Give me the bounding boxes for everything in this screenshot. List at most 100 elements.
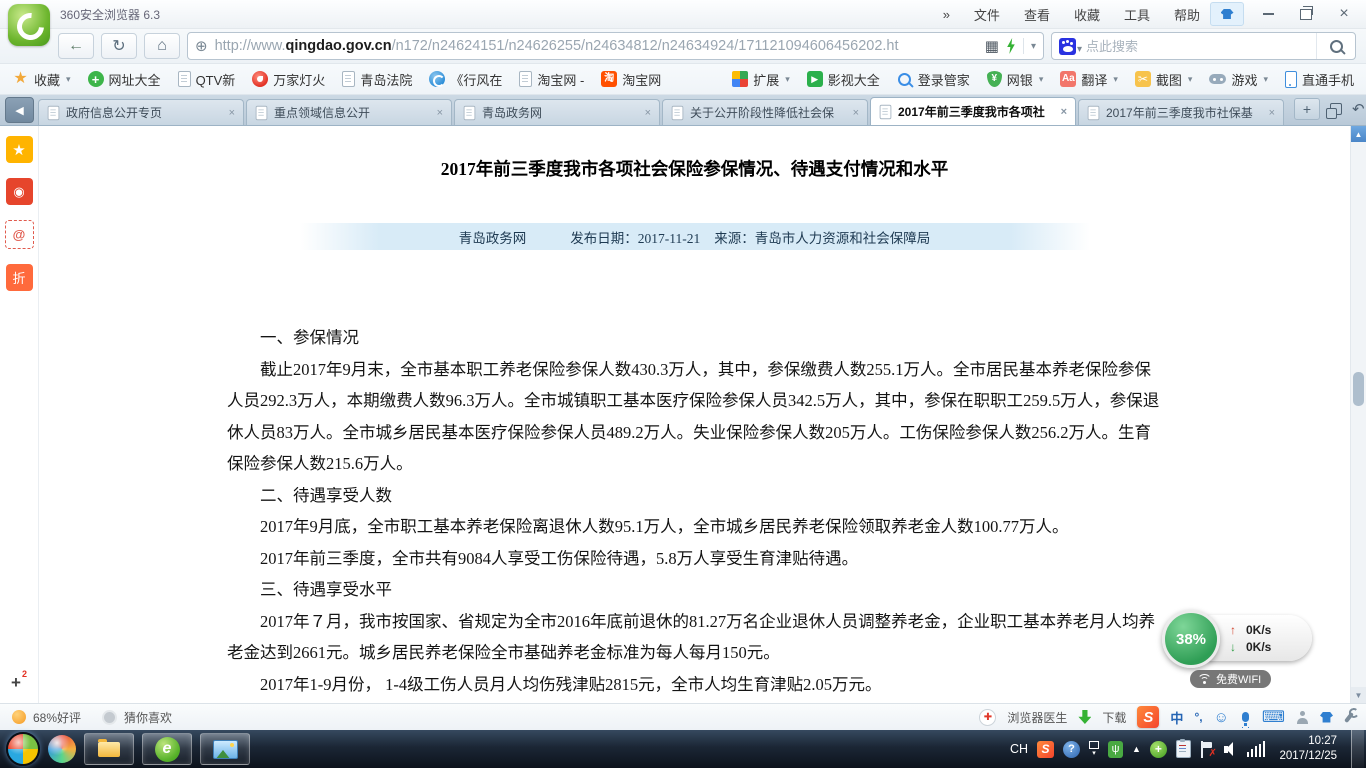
- bookmark-taobao-doc[interactable]: 淘宝网 -: [519, 70, 584, 89]
- minimize-button[interactable]: [1252, 3, 1284, 25]
- page-icon: [178, 71, 191, 87]
- bookmark-favorites[interactable]: ★ 收藏 ▾: [12, 70, 71, 89]
- system-flag-alert-icon[interactable]: ✗: [1200, 741, 1215, 758]
- ime-skin-icon[interactable]: [1320, 712, 1333, 723]
- account-icon[interactable]: [1296, 711, 1309, 724]
- show-desktop-button[interactable]: [1351, 730, 1364, 768]
- network-speed-widget[interactable]: ↑0K/s ↓0K/s 38% 免费WIFI: [1162, 610, 1314, 690]
- extensions-button[interactable]: 扩展 ▾: [732, 70, 790, 89]
- taskbar-image-viewer-button[interactable]: [200, 733, 250, 765]
- sidebar-mention-button[interactable]: @: [5, 220, 34, 249]
- taskbar-sogou-icon[interactable]: [48, 735, 76, 763]
- sidebar-taobao-deals-button[interactable]: 折: [6, 264, 33, 291]
- bookmark-court[interactable]: 青岛法院: [342, 70, 412, 89]
- tray-help-icon[interactable]: ?: [1063, 741, 1080, 758]
- tab-close-icon[interactable]: ×: [853, 107, 859, 119]
- tab-qingdao-gov[interactable]: 青岛政务网 ×: [454, 99, 660, 125]
- bookmark-qtv[interactable]: QTV新: [178, 70, 236, 89]
- menu-favorites[interactable]: 收藏: [1074, 5, 1100, 24]
- sidebar-weibo-button[interactable]: ◉: [6, 178, 33, 205]
- tab-q3-social-fund[interactable]: 2017年前三季度我市社保基 ×: [1078, 99, 1284, 125]
- download-button[interactable]: 下载: [1102, 709, 1126, 726]
- back-button[interactable]: ←: [58, 33, 94, 59]
- refresh-button[interactable]: ↻: [101, 33, 137, 59]
- close-button[interactable]: ×: [1328, 3, 1360, 25]
- emoji-icon[interactable]: ☺: [1214, 709, 1229, 726]
- url-dropdown-icon[interactable]: ▾: [1031, 41, 1036, 52]
- login-manager-button[interactable]: 登录管家: [897, 70, 970, 89]
- bookmark-wanjia[interactable]: 万家灯火: [252, 70, 325, 89]
- scrollbar-thumb[interactable]: [1353, 372, 1364, 406]
- tray-sogou-icon[interactable]: S: [1037, 741, 1054, 758]
- duplicate-tab-button[interactable]: [1330, 103, 1342, 115]
- bookmark-taobao[interactable]: 淘 淘宝网: [601, 70, 661, 89]
- menu-help[interactable]: 帮助: [1174, 5, 1200, 24]
- browser-doctor-button[interactable]: 浏览器医生: [1007, 709, 1067, 726]
- ime-language-toggle[interactable]: 中: [1170, 708, 1183, 727]
- screenshot-button[interactable]: ✂ 截图 ▾: [1135, 70, 1193, 89]
- translate-button[interactable]: Aa 翻译 ▾: [1060, 70, 1118, 89]
- usb-device-icon[interactable]: ψ: [1108, 741, 1123, 758]
- search-button[interactable]: [1316, 33, 1355, 59]
- tray-ime-toolbar-icon[interactable]: ▾: [1089, 741, 1099, 757]
- phone-link-button[interactable]: 直通手机: [1285, 70, 1354, 89]
- netbank-button[interactable]: ¥ 网银 ▾: [987, 70, 1044, 89]
- free-wifi-button[interactable]: 免费WIFI: [1190, 670, 1271, 688]
- suggestions-button[interactable]: 猜你喜欢: [124, 709, 172, 726]
- home-button[interactable]: ⌂: [144, 33, 180, 59]
- bookmark-site-nav[interactable]: + 网址大全: [88, 70, 161, 89]
- menu-overflow-icon[interactable]: »: [943, 7, 950, 22]
- tray-360-icon[interactable]: +: [1150, 741, 1167, 758]
- tab-key-areas[interactable]: 重点领域信息公开 ×: [246, 99, 452, 125]
- search-engine-dropdown-icon[interactable]: ▾: [1077, 44, 1082, 55]
- qr-code-icon[interactable]: ▦: [985, 37, 999, 55]
- tab-q3-insurance-active[interactable]: 2017年前三季度我市各项社 ×: [870, 97, 1076, 125]
- browser-doctor-icon[interactable]: ✚: [979, 709, 996, 726]
- tab-close-icon[interactable]: ×: [229, 107, 235, 119]
- download-icon[interactable]: [1078, 710, 1091, 724]
- baidu-paw-icon[interactable]: [1059, 38, 1076, 55]
- reopen-closed-tab-button[interactable]: ↶: [1352, 100, 1365, 118]
- tab-close-icon[interactable]: ×: [1269, 107, 1275, 119]
- ime-punctuation-toggle[interactable]: °,: [1194, 710, 1202, 724]
- bookmark-xingfeng[interactable]: 《行风在: [429, 70, 502, 89]
- tab-gov-info[interactable]: 政府信息公开专页 ×: [38, 99, 244, 125]
- search-input[interactable]: [1084, 38, 1316, 55]
- taskbar-clock[interactable]: 10:27 2017/12/25: [1279, 734, 1337, 764]
- scroll-up-button[interactable]: ▲: [1351, 126, 1366, 142]
- url-text[interactable]: http://www.qingdao.gov.cn/n172/n24624151…: [215, 38, 978, 54]
- tab-social-insurance-notice[interactable]: 关于公开阶段性降低社会保 ×: [662, 99, 868, 125]
- video-hub-button[interactable]: ▶ 影视大全: [807, 70, 880, 89]
- games-button[interactable]: 游戏 ▾: [1209, 70, 1268, 89]
- scrollbar[interactable]: ▲ ▼: [1350, 126, 1366, 703]
- scroll-down-button[interactable]: ▼: [1351, 687, 1366, 703]
- skin-button[interactable]: [1210, 2, 1244, 26]
- site-rating[interactable]: 68%好评: [33, 709, 81, 726]
- restore-button[interactable]: [1290, 3, 1322, 25]
- volume-icon[interactable]: [1224, 742, 1238, 756]
- menu-file[interactable]: 文件: [974, 5, 1000, 24]
- start-button[interactable]: [6, 732, 40, 766]
- address-bar[interactable]: ⊕ http://www.qingdao.gov.cn/n172/n246241…: [187, 32, 1044, 60]
- tray-language-indicator[interactable]: CH: [1010, 742, 1028, 756]
- action-center-icon[interactable]: [1176, 740, 1191, 758]
- menu-tools[interactable]: 工具: [1124, 5, 1150, 24]
- sidebar-add-button[interactable]: +2: [0, 673, 38, 693]
- menu-view[interactable]: 查看: [1024, 5, 1050, 24]
- speed-mode-icon[interactable]: [1006, 38, 1016, 54]
- tab-close-icon[interactable]: ×: [645, 107, 651, 119]
- wrench-icon[interactable]: [1344, 711, 1354, 722]
- keyboard-icon[interactable]: ⌨: [1262, 707, 1285, 727]
- mic-icon[interactable]: [1242, 712, 1249, 722]
- memory-percent-badge[interactable]: 38%: [1162, 610, 1220, 668]
- taskbar-explorer-button[interactable]: [84, 733, 134, 765]
- network-signal-icon[interactable]: [1247, 741, 1266, 757]
- tray-expand-icon[interactable]: ▲: [1132, 744, 1141, 754]
- tab-list-button[interactable]: ◀: [5, 97, 34, 123]
- taskbar-360-browser-button[interactable]: e: [142, 733, 192, 765]
- sogou-ime-icon[interactable]: S: [1137, 706, 1159, 728]
- new-tab-button[interactable]: +: [1294, 98, 1320, 120]
- tab-close-icon[interactable]: ×: [437, 107, 443, 119]
- tab-close-icon[interactable]: ×: [1061, 106, 1067, 118]
- sidebar-favorites-button[interactable]: ★: [6, 136, 33, 163]
